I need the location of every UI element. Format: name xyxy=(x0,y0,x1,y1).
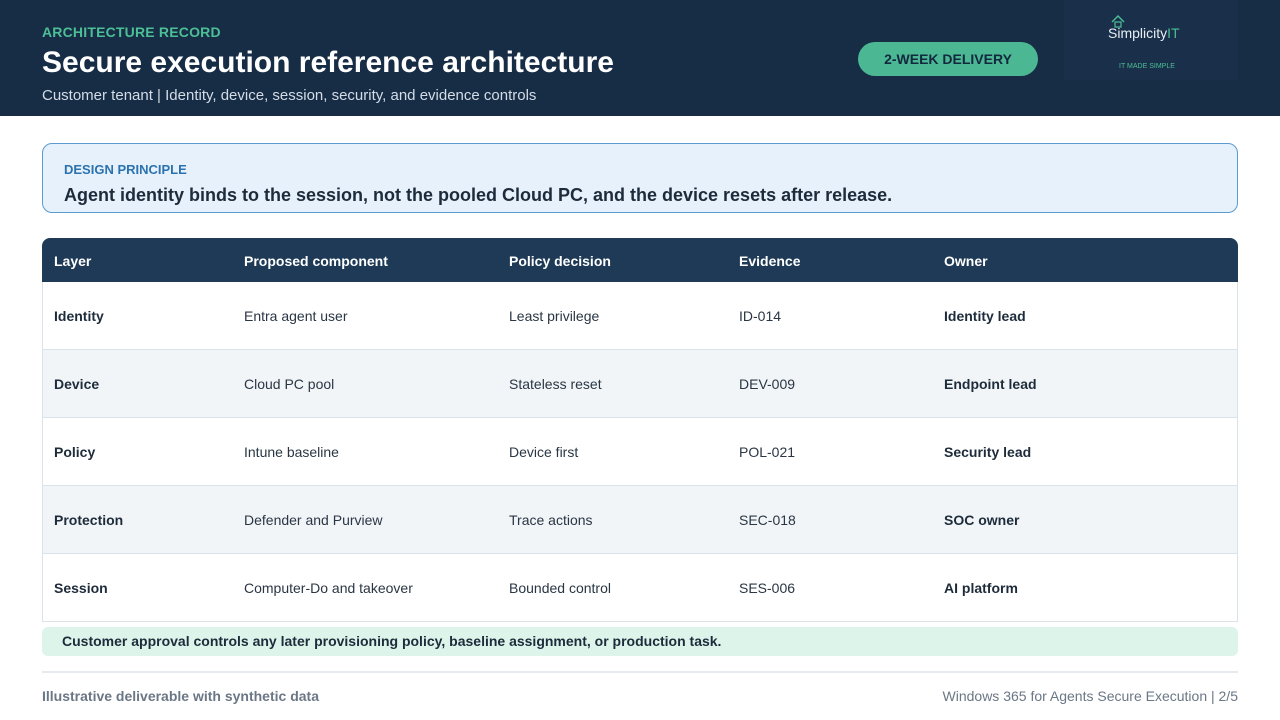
cell-owner: AI platform xyxy=(944,580,1018,596)
cell-evidence: POL-021 xyxy=(739,444,796,460)
cell-policy: Device first xyxy=(509,444,579,460)
cell-layer: Protection xyxy=(54,512,124,528)
cell-owner: Security lead xyxy=(944,444,1032,460)
cell-evidence: DEV-009 xyxy=(739,376,796,392)
cell-evidence: SEC-018 xyxy=(739,512,796,528)
cell-policy: Least privilege xyxy=(509,308,600,324)
footer-divider xyxy=(42,671,1238,673)
eyebrow-label: ARCHITECTURE RECORD xyxy=(42,24,221,40)
cell-owner: Endpoint lead xyxy=(944,376,1037,392)
column-header-owner: Owner xyxy=(944,253,988,269)
column-header-layer: Layer xyxy=(54,253,92,269)
principle-label: DESIGN PRINCIPLE xyxy=(64,162,187,177)
column-header-evidence: Evidence xyxy=(739,253,801,269)
page-subtitle: Customer tenant | Identity, device, sess… xyxy=(42,87,537,104)
approval-note: Customer approval controls any later pro… xyxy=(42,627,1238,656)
principle-text: Agent identity binds to the session, not… xyxy=(64,185,893,205)
table-row: Session Computer-Do and takeover Bounded… xyxy=(42,554,1238,622)
table-header: Layer Proposed component Policy decision… xyxy=(42,238,1238,282)
logo-wordmark: SimplicityIT xyxy=(1108,25,1180,41)
cell-layer: Session xyxy=(54,580,108,596)
cell-policy: Stateless reset xyxy=(509,376,602,392)
table-row: Policy Intune baseline Device first POL-… xyxy=(42,418,1238,486)
cell-owner: Identity lead xyxy=(944,308,1026,324)
cell-component: Defender and Purview xyxy=(244,512,383,528)
cell-owner: SOC owner xyxy=(944,512,1020,528)
page-header: ARCHITECTURE RECORD Secure execution ref… xyxy=(0,0,1280,116)
footer-page-info: Windows 365 for Agents Secure Execution … xyxy=(942,688,1238,704)
cell-layer: Identity xyxy=(54,308,104,324)
cell-policy: Trace actions xyxy=(509,512,593,528)
cell-layer: Policy xyxy=(54,444,96,460)
cell-policy: Bounded control xyxy=(509,580,611,596)
column-header-policy: Policy decision xyxy=(509,253,611,269)
cell-layer: Device xyxy=(54,376,100,392)
cell-component: Computer-Do and takeover xyxy=(244,580,413,596)
footer-disclaimer: Illustrative deliverable with synthetic … xyxy=(42,688,319,704)
design-principle-callout: DESIGN PRINCIPLE Agent identity binds to… xyxy=(42,143,1238,213)
column-header-component: Proposed component xyxy=(244,253,388,269)
page-title: Secure execution reference architecture xyxy=(42,46,614,79)
approval-note-text: Customer approval controls any later pro… xyxy=(62,633,722,649)
table-body: Identity Entra agent user Least privileg… xyxy=(42,282,1238,622)
logo-tagline: IT MADE SIMPLE xyxy=(1119,63,1175,70)
logo-name: Simplicity xyxy=(1108,25,1168,41)
table-row: Protection Defender and Purview Trace ac… xyxy=(42,486,1238,554)
cell-component: Cloud PC pool xyxy=(244,376,335,392)
table-row: Identity Entra agent user Least privileg… xyxy=(42,282,1238,350)
cell-evidence: ID-014 xyxy=(739,308,782,324)
cell-evidence: SES-006 xyxy=(739,580,796,596)
table-row: Device Cloud PC pool Stateless reset DEV… xyxy=(42,350,1238,418)
cell-component: Intune baseline xyxy=(244,444,339,460)
logo-name-accent: IT xyxy=(1167,25,1180,41)
cell-component: Entra agent user xyxy=(244,308,348,324)
delivery-badge: 2-WEEK DELIVERY xyxy=(858,42,1038,76)
